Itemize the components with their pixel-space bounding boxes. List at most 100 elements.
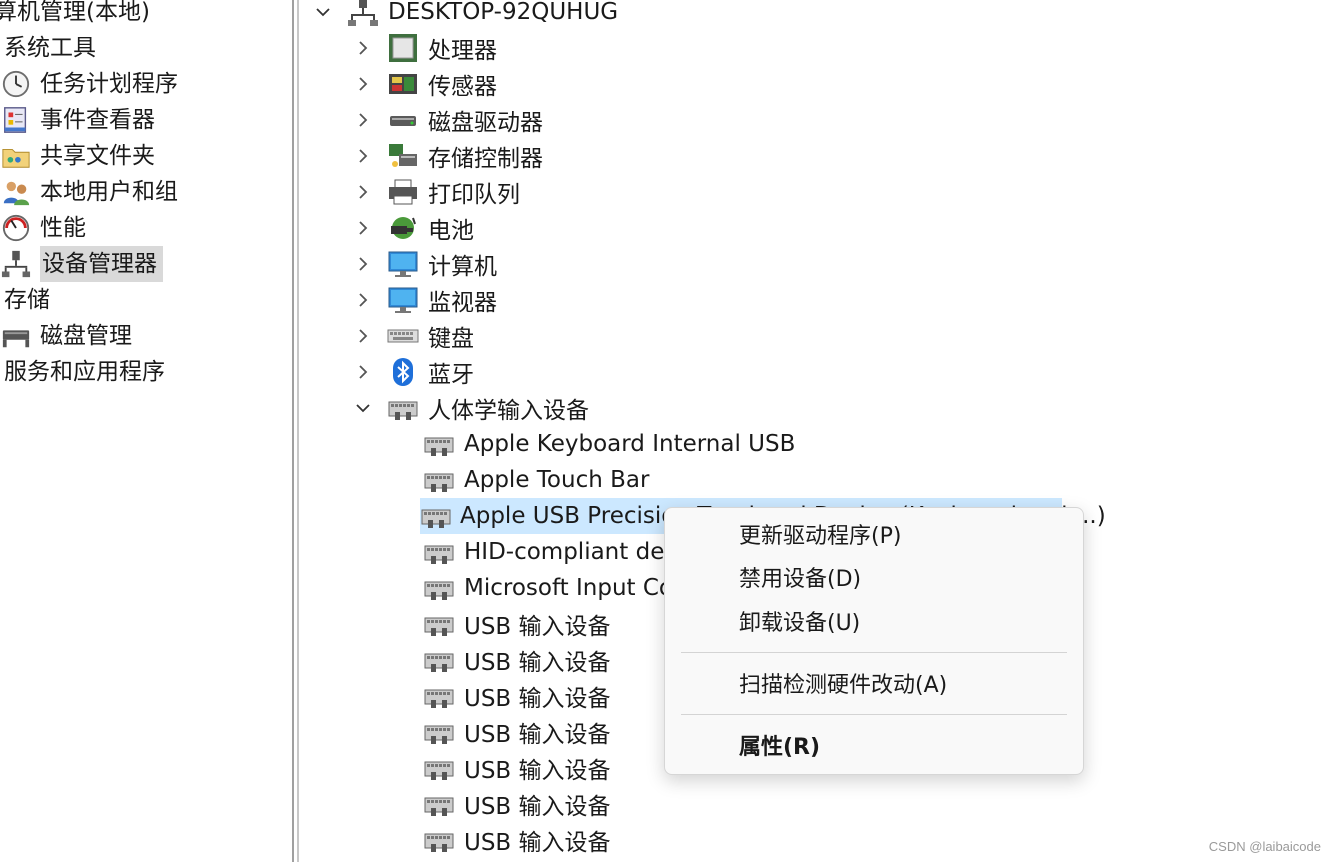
menu-separator [681, 652, 1067, 653]
disk-management-icon [0, 320, 32, 352]
context-menu: 更新驱动程序(P) 禁用设备(D) 卸载设备(U) 扫描检测硬件改动(A) 属性… [664, 507, 1084, 775]
nav-root-computer-management[interactable]: 算机管理(本地) [0, 0, 150, 30]
chevron-right-icon[interactable] [352, 253, 374, 275]
nav-item-label: 磁盘管理 [40, 323, 132, 349]
tree-device-item[interactable]: USB 输入设备 [422, 714, 611, 750]
tree-device-label: USB 输入设备 [464, 650, 611, 676]
tree-device-item[interactable]: USB 输入设备 [422, 642, 611, 678]
processor-icon [386, 31, 420, 65]
hid-device-icon [422, 571, 456, 605]
menu-item-scan-hardware-changes[interactable]: 扫描检测硬件改动(A) [739, 666, 947, 706]
shared-folder-icon [0, 140, 32, 172]
nav-item-label: 服务和应用程序 [4, 359, 165, 385]
users-icon [0, 176, 32, 208]
menu-item-update-driver[interactable]: 更新驱动程序(P) [739, 517, 901, 557]
clock-icon [0, 68, 32, 100]
tree-node-processor[interactable]: 处理器 [352, 30, 497, 66]
tree-node-storage-controllers[interactable]: 存储控制器 [352, 138, 543, 174]
tree-device-label: USB 输入设备 [464, 794, 611, 820]
tree-node-computer[interactable]: 计算机 [352, 246, 497, 282]
tree-node-sensors[interactable]: 传感器 [352, 66, 497, 102]
tree-node-keyboards[interactable]: 键盘 [352, 318, 474, 354]
nav-item-storage[interactable]: 存储 [4, 282, 50, 318]
tree-device-item[interactable]: USB 输入设备 [422, 822, 611, 858]
hid-device-icon [422, 535, 456, 569]
tree-device-label: HID-compliant dev [464, 539, 678, 565]
hid-icon [386, 391, 420, 425]
tree-node-label: 人体学输入设备 [428, 398, 589, 424]
tree-node-print-queues[interactable]: 打印队列 [352, 174, 520, 210]
nav-item-label: 本地用户和组 [40, 179, 178, 205]
tree-device-label: USB 输入设备 [464, 758, 611, 784]
nav-item-label: 事件查看器 [40, 107, 155, 133]
nav-item-label: 任务计划程序 [40, 71, 178, 97]
tree-root-computer[interactable]: DESKTOP-92QUHUG [312, 0, 618, 30]
splitter-line [292, 0, 294, 862]
event-log-icon [0, 104, 32, 136]
navigation-pane: 算机管理(本地) 系统工具 任务计划程序 事件查看器 共享文件夹 本地用户和组 … [0, 0, 290, 862]
tree-device-label: USB 输入设备 [464, 830, 611, 856]
tree-node-hid[interactable]: 人体学输入设备 [352, 390, 589, 426]
sensor-icon [386, 67, 420, 101]
nav-item-disk-management[interactable]: 磁盘管理 [0, 318, 132, 354]
menu-item-uninstall-device[interactable]: 卸载设备(U) [739, 604, 860, 644]
chevron-right-icon[interactable] [352, 73, 374, 95]
nav-item-device-manager[interactable]: 设备管理器 [0, 246, 163, 282]
keyboard-icon [386, 319, 420, 353]
menu-separator [681, 714, 1067, 715]
tree-device-label: USB 输入设备 [464, 722, 611, 748]
tree-node-label: 打印队列 [428, 182, 520, 208]
nav-item-system-tools[interactable]: 系统工具 [4, 30, 96, 66]
monitor-icon [386, 247, 420, 281]
tree-device-item[interactable]: USB 输入设备 [422, 786, 611, 822]
pane-splitter[interactable] [290, 0, 302, 862]
tree-node-label: 磁盘驱动器 [428, 110, 543, 136]
chevron-right-icon[interactable] [352, 217, 374, 239]
chevron-down-icon[interactable] [352, 397, 374, 419]
tree-device-item[interactable]: USB 输入设备 [422, 606, 611, 642]
tree-node-monitors[interactable]: 监视器 [352, 282, 497, 318]
printer-icon [386, 175, 420, 209]
nav-root-label: 算机管理(本地) [0, 0, 150, 25]
nav-item-performance[interactable]: 性能 [0, 210, 86, 246]
tree-device-item[interactable]: Apple Keyboard Internal USB [422, 426, 795, 462]
tree-device-label: USB 输入设备 [464, 686, 611, 712]
chevron-right-icon[interactable] [352, 325, 374, 347]
chevron-right-icon[interactable] [352, 361, 374, 383]
tree-device-item[interactable]: HID-compliant dev [422, 534, 678, 570]
nav-item-shared-folders[interactable]: 共享文件夹 [0, 138, 155, 174]
hid-device-icon [422, 715, 456, 749]
tree-device-item[interactable]: USB 输入设备 [422, 750, 611, 786]
chevron-right-icon[interactable] [352, 289, 374, 311]
chevron-right-icon[interactable] [352, 109, 374, 131]
nav-item-services-applications[interactable]: 服务和应用程序 [4, 354, 165, 390]
hid-device-icon [422, 643, 456, 677]
chevron-right-icon[interactable] [352, 145, 374, 167]
performance-gauge-icon [0, 212, 32, 244]
nav-item-event-viewer[interactable]: 事件查看器 [0, 102, 155, 138]
chevron-down-icon[interactable] [312, 1, 334, 23]
nav-item-label: 性能 [40, 215, 86, 241]
tree-device-item[interactable]: USB 输入设备 [422, 678, 611, 714]
nav-item-local-users-groups[interactable]: 本地用户和组 [0, 174, 178, 210]
tree-device-item[interactable]: Microsoft Input Co [422, 570, 673, 606]
tree-node-bluetooth[interactable]: 蓝牙 [352, 354, 474, 390]
disk-drive-icon [386, 103, 420, 137]
tree-device-item[interactable]: Apple Touch Bar [422, 462, 649, 498]
hid-device-icon [422, 751, 456, 785]
chevron-right-icon[interactable] [352, 181, 374, 203]
tree-device-label: Microsoft Input Co [464, 575, 673, 601]
menu-item-properties[interactable]: 属性(R) [739, 728, 820, 768]
hid-device-icon [422, 463, 456, 497]
menu-item-disable-device[interactable]: 禁用设备(D) [739, 560, 861, 600]
tree-node-label: 监视器 [428, 290, 497, 316]
hid-device-icon [422, 607, 456, 641]
tree-device-label: Apple Touch Bar [464, 467, 650, 493]
tree-node-disk-drives[interactable]: 磁盘驱动器 [352, 102, 543, 138]
chevron-right-icon[interactable] [352, 37, 374, 59]
tree-node-label: 传感器 [428, 74, 497, 100]
tree-node-label: 处理器 [428, 38, 497, 64]
tree-node-batteries[interactable]: 电池 [352, 210, 474, 246]
bluetooth-icon [386, 355, 420, 389]
nav-item-task-scheduler[interactable]: 任务计划程序 [0, 66, 178, 102]
